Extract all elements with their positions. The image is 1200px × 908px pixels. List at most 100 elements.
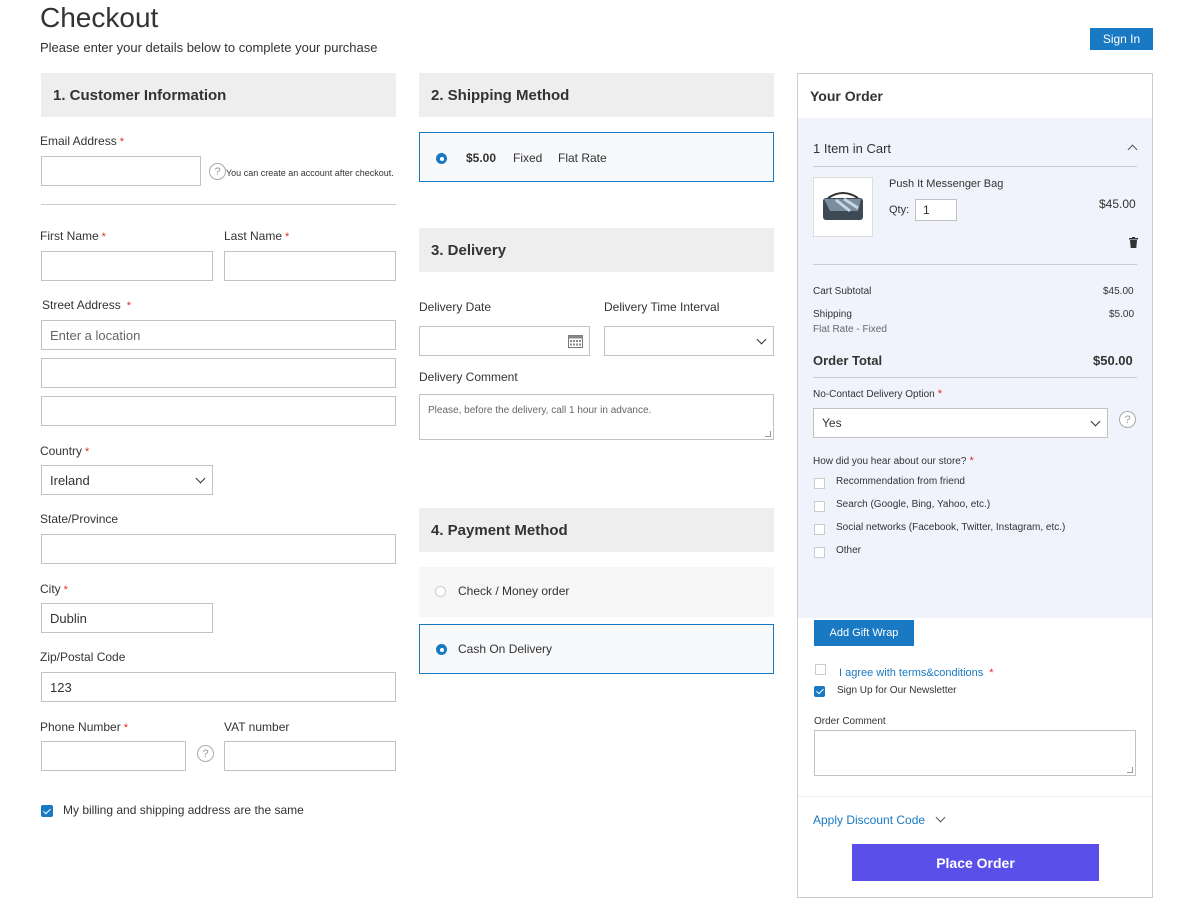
order-total-label: Order Total (813, 353, 883, 368)
order-comment-field[interactable] (814, 730, 1136, 776)
last-name-field[interactable] (224, 251, 396, 281)
delivery-time-label: Delivery Time Interval (604, 300, 720, 314)
shipping-carrier: Flat Rate (558, 151, 607, 165)
payment-method-heading: 4. Payment Method (419, 508, 774, 552)
hear-option-checkbox[interactable] (814, 547, 825, 558)
payment-radio-check[interactable] (435, 586, 446, 597)
hear-option-label: Search (Google, Bing, Yahoo, etc.) (836, 499, 991, 510)
page-subtitle: Please enter your details below to compl… (40, 40, 378, 55)
shipping-method-summary: Flat Rate - Fixed (813, 324, 887, 335)
order-comment-label: Order Comment (814, 716, 886, 727)
chevron-down-icon (195, 473, 206, 483)
billing-same-label: My billing and shipping address are the … (63, 803, 304, 817)
hear-option-label: Recommendation from friend (836, 476, 965, 487)
hear-option-label: Social networks (Facebook, Twitter, Inst… (836, 522, 1066, 533)
email-label: Email Address * (40, 134, 124, 148)
shipping-price: $5.00 (466, 151, 497, 165)
shipping-value: $5.00 (1109, 309, 1135, 320)
trash-icon[interactable] (1129, 237, 1138, 248)
terms-checkbox[interactable] (815, 664, 826, 675)
delivery-comment-field[interactable]: Please, before the delivery, call 1 hour… (419, 394, 774, 440)
divider (813, 377, 1137, 378)
no-contact-label: No-Contact Delivery Option * (813, 388, 942, 400)
country-label: Country * (40, 444, 90, 458)
messenger-bag-icon (823, 192, 863, 220)
first-name-field[interactable] (41, 251, 213, 281)
sign-in-button[interactable]: Sign In (1090, 28, 1153, 50)
email-hint: You can create an account after checkout… (226, 168, 394, 178)
delivery-comment-placeholder: Please, before the delivery, call 1 hour… (428, 405, 652, 416)
delivery-date-label: Delivery Date (419, 300, 492, 314)
product-image[interactable] (813, 177, 873, 237)
shipping-method-name: Fixed (513, 151, 543, 165)
chevron-down-icon (1090, 416, 1101, 426)
delivery-date-field[interactable] (419, 326, 590, 356)
country-value: Ireland (50, 472, 90, 488)
billing-same-checkbox[interactable] (41, 805, 53, 817)
subtotal-label: Cart Subtotal (813, 286, 872, 297)
hear-option-label: Other (836, 545, 862, 556)
payment-label-check: Check / Money order (458, 584, 570, 598)
add-gift-wrap-button[interactable]: Add Gift Wrap (814, 620, 914, 646)
resize-handle-icon[interactable] (765, 431, 771, 437)
zip-field[interactable]: 123 (41, 672, 396, 702)
newsletter-checkbox[interactable] (814, 686, 825, 697)
chevron-down-icon (756, 334, 767, 344)
delivery-time-select[interactable] (604, 326, 774, 356)
place-order-button[interactable]: Place Order (852, 844, 1099, 881)
payment-label-cod: Cash On Delivery (458, 642, 553, 656)
qty-label: Qty: (889, 204, 910, 216)
phone-label: Phone Number * (40, 720, 128, 734)
last-name-label: Last Name * (224, 229, 290, 243)
email-help-icon[interactable]: ? (209, 163, 226, 180)
shipping-method-heading: 2. Shipping Method (419, 73, 774, 117)
vat-label: VAT number (224, 720, 290, 734)
country-select[interactable]: Ireland (41, 465, 213, 495)
product-price: $45.00 (1099, 197, 1136, 211)
page-title: Checkout (40, 2, 159, 33)
qty-field[interactable]: 1 (915, 199, 957, 221)
hear-option-checkbox[interactable] (814, 501, 825, 512)
email-field[interactable] (41, 156, 201, 186)
street-field-2[interactable] (41, 358, 396, 388)
hear-option-checkbox[interactable] (814, 524, 825, 535)
customer-info-heading: 1. Customer Information (41, 73, 396, 117)
divider (798, 796, 1152, 797)
divider (813, 264, 1137, 265)
terms-link[interactable]: I agree with terms&conditions * (839, 667, 994, 679)
street-label: Street Address * (42, 298, 131, 312)
no-contact-select[interactable]: Yes (813, 408, 1108, 438)
shipping-option-flat-rate[interactable]: $5.00 Fixed Flat Rate (419, 132, 774, 182)
city-label: City * (40, 582, 68, 596)
divider (41, 204, 396, 205)
resize-handle-icon[interactable] (1127, 767, 1133, 773)
no-contact-value: Yes (822, 416, 842, 430)
street-field-1[interactable]: Enter a location (41, 320, 396, 350)
payment-option-check[interactable]: Check / Money order (419, 567, 774, 617)
payment-radio-cod[interactable] (436, 644, 447, 655)
hear-option-checkbox[interactable] (814, 478, 825, 489)
phone-field[interactable] (41, 741, 186, 771)
phone-help-icon[interactable]: ? (197, 745, 214, 762)
order-heading: Your Order (810, 88, 883, 104)
street-field-3[interactable] (41, 396, 396, 426)
vat-field[interactable] (224, 741, 396, 771)
delivery-heading: 3. Delivery (419, 228, 774, 272)
subtotal-value: $45.00 (1103, 286, 1134, 297)
calendar-icon[interactable] (568, 334, 583, 348)
apply-discount-link[interactable]: Apply Discount Code (813, 813, 925, 827)
shipping-radio[interactable] (436, 153, 447, 164)
first-name-label: First Name * (40, 229, 106, 243)
items-in-cart[interactable]: 1 Item in Cart (813, 141, 891, 156)
no-contact-help-icon[interactable]: ? (1119, 411, 1136, 428)
city-field[interactable]: Dublin (41, 603, 213, 633)
delivery-comment-label: Delivery Comment (419, 370, 518, 384)
product-name[interactable]: Push It Messenger Bag (889, 178, 1003, 190)
payment-option-cod[interactable]: Cash On Delivery (419, 624, 774, 674)
state-label: State/Province (40, 512, 119, 526)
newsletter-label: Sign Up for Our Newsletter (837, 685, 957, 696)
state-field[interactable] (41, 534, 396, 564)
shipping-label: Shipping (813, 309, 852, 320)
order-total-value: $50.00 (1093, 353, 1133, 368)
zip-label: Zip/Postal Code (40, 650, 126, 664)
